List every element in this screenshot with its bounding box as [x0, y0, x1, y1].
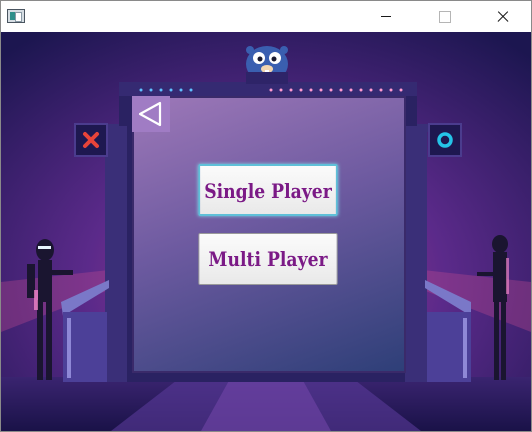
close-icon[interactable] [479, 1, 525, 32]
minimize-icon[interactable] [363, 1, 409, 32]
single-player-button[interactable]: Single Player [198, 164, 338, 216]
title-bar[interactable] [1, 1, 531, 32]
back-button[interactable] [132, 96, 170, 132]
app-icon [7, 9, 25, 23]
multi-player-button[interactable]: Multi Player [198, 233, 338, 285]
game-window: Single Player Multi Player [0, 0, 532, 432]
maximize-icon[interactable] [421, 1, 467, 32]
gopher-icon [246, 46, 288, 84]
back-triangle-icon [138, 101, 162, 127]
game-scene: Single Player Multi Player [1, 32, 531, 431]
